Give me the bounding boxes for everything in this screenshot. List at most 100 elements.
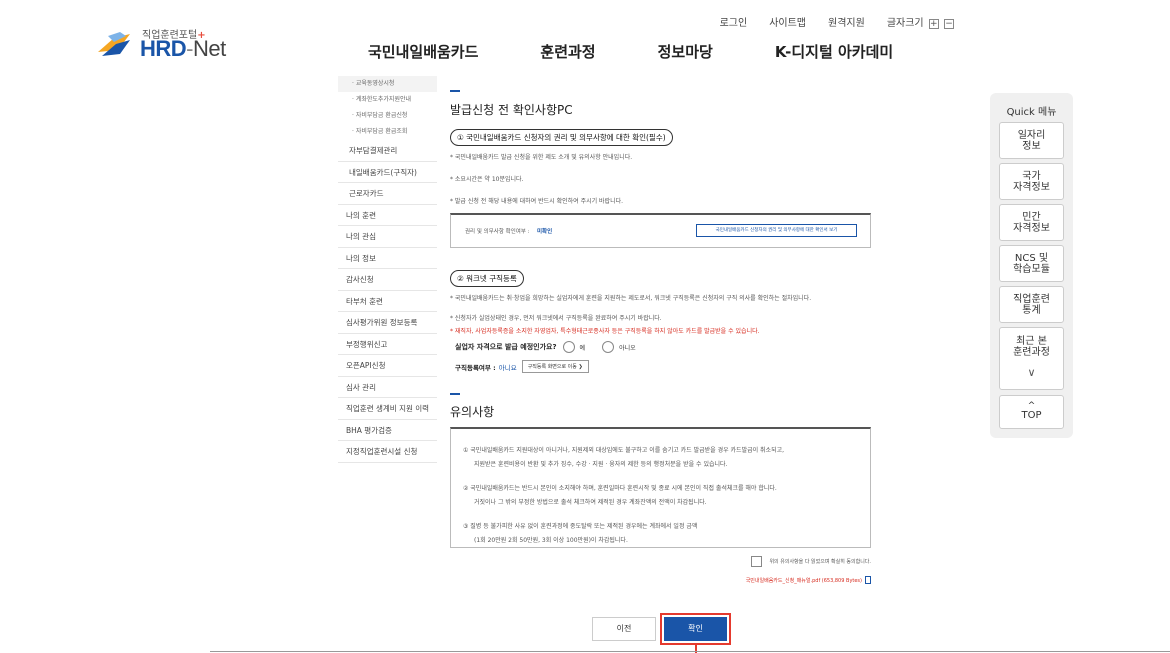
footer-divider — [210, 651, 1170, 652]
agree-text: 위의 유의사항을 다 읽었으며 확실히 동의합니다. — [769, 559, 871, 565]
quick-menu-title: Quick 메뉴 — [1006, 107, 1057, 118]
manual-file-link[interactable]: 국민내일배움카드_신청_매뉴얼.pdf (653,809 Bytes) — [746, 577, 862, 584]
top-label: TOP — [1021, 410, 1042, 421]
quick-label: 통계 — [1022, 304, 1041, 316]
lnb-item[interactable]: 지정직업훈련시설 신청 — [338, 441, 437, 463]
lnb-subitem[interactable]: · 계좌한도추가지원안내 — [338, 92, 437, 108]
page-title: 발급신청 전 확인사항PC — [450, 103, 573, 117]
rights-confirm-box: 권리 및 의무사항 확인여부 : 미확인 국민내일배움카드 신청자의 권리 및 … — [450, 213, 871, 248]
job-registration-label: 구직등록여부 : — [455, 363, 496, 372]
lnb-subitem[interactable]: · 자비부담금 환급신청 — [338, 108, 437, 124]
notice-title: 유의사항 — [450, 405, 495, 419]
yes-radio-label: 예 — [579, 344, 586, 352]
lnb-subitem[interactable]: · 교육동영상시청 — [338, 76, 437, 92]
agree-checkbox[interactable] — [751, 556, 763, 567]
quick-national-cert-button[interactable]: 국가 자격정보 — [999, 163, 1064, 200]
font-increase-button[interactable]: + — [928, 19, 939, 29]
quick-menu: Quick 메뉴 일자리 정보 국가 자격정보 민간 자격정보 NCS 및 학습모듈 직… — [990, 93, 1073, 438]
chevron-up-icon: ^ — [1027, 401, 1036, 411]
quick-private-cert-button[interactable]: 민간 자격정보 — [999, 204, 1064, 241]
manual-file-row: 국민내일배움카드_신청_매뉴얼.pdf (653,809 Bytes) — [450, 576, 871, 584]
quick-label: 직업훈련 — [1013, 293, 1050, 305]
lnb-item[interactable]: 나의 훈련 — [338, 205, 437, 226]
lnb-item[interactable]: 감사신청 — [338, 269, 437, 291]
login-link[interactable]: 로그인 — [720, 14, 748, 29]
utility-nav: 로그인 사이트맵 원격지원 글자크기 + − — [720, 14, 954, 29]
quick-label: 국가 — [1022, 170, 1041, 182]
no-radio-label: 아니오 — [619, 344, 636, 352]
no-radio[interactable] — [602, 341, 615, 353]
notice-box: ① 국민내일배움카드 지원대상이 아니거나, 지원제외 대상임에도 불구하고 이… — [450, 427, 871, 548]
lnb-item[interactable]: 근로자카드 — [338, 183, 437, 205]
quick-label: NCS 및 — [1014, 252, 1049, 264]
section1-bullet: * 소요시간은 약 10분입니다. — [450, 176, 524, 183]
job-registration-status: 아니요 — [498, 363, 517, 372]
notice-accent-bar — [450, 393, 460, 395]
section2-warning: * 재직자, 사업자등록증을 소지한 자영업자, 특수형태근로종사자 등은 구직… — [450, 328, 760, 335]
main-content: 발급신청 전 확인사항PC ① 국민내일배움카드 신청자의 권리 및 의무사항에… — [450, 90, 871, 584]
job-registration-row: 구직등록여부 : 아니요 구직등록 화면으로 이동 ❯ — [450, 360, 871, 373]
quick-label: 훈련과정 — [1013, 347, 1050, 358]
notice-item: ① 국민내일배움카드 지원대상이 아니거나, 지원제외 대상임에도 불구하고 이… — [463, 447, 785, 454]
lnb-subitem[interactable]: · 자비부담금 환급조회 — [338, 124, 437, 140]
title-accent-bar — [450, 90, 460, 92]
quick-label: 최근 본 — [1016, 336, 1047, 347]
notice-item: 거짓이나 그 밖의 부정한 방법으로 출석 체크하여 제적된 경우 계좌잔액의 … — [474, 499, 707, 506]
notice-item: ② 국민내일배움카드는 반드시 본인이 소지해야 하며, 훈련일마다 훈련시작 … — [463, 485, 777, 492]
scroll-top-button[interactable]: ^ TOP — [999, 395, 1064, 429]
lnb-item[interactable]: 나의 정보 — [338, 248, 437, 269]
lnb-item[interactable]: 내일배움카드(구직자) — [338, 162, 437, 183]
lnb-item[interactable]: 타부처 훈련 — [338, 291, 437, 312]
quick-label: 자격정보 — [1013, 222, 1050, 234]
quick-recent-courses-button[interactable]: 최근 본 훈련과정 ∨ — [999, 327, 1064, 390]
section2-bullet: * 국민내일배움카드는 취·창업을 희망하는 실업자에게 훈련을 지원하는 제도… — [450, 295, 812, 302]
quick-ncs-button[interactable]: NCS 및 학습모듈 — [999, 245, 1064, 282]
download-icon[interactable] — [865, 576, 871, 584]
notice-item: 지원받은 훈련비용이 반환 및 추가 징수, 수강 · 지원 · 융자의 제한 … — [474, 461, 728, 468]
lnb-item[interactable]: 오픈API신청 — [338, 355, 437, 377]
view-rights-document-button[interactable]: 국민내일배움카드 신청자의 권리 및 의무사항에 대한 확인서 보기 — [696, 224, 857, 237]
notice-item: (1회 20만원 2회 50만원, 3회 이상 100만원)이 차감됩니다. — [474, 537, 628, 544]
rights-confirm-label: 권리 및 의무사항 확인여부 : — [465, 229, 530, 235]
section1-bullet: * 발급 신청 전 해당 내용에 대하여 반드시 확인하여 주시기 바랍니다. — [450, 198, 624, 205]
lnb-item[interactable]: 나의 관심 — [338, 226, 437, 248]
section2-label: ② 워크넷 구직등록 — [450, 270, 524, 287]
go-job-registration-button[interactable]: 구직등록 화면으로 이동 ❯ — [521, 360, 589, 373]
chevron-down-icon[interactable]: ∨ — [1027, 367, 1035, 378]
agree-row: 위의 유의사항을 다 읽었으며 확실히 동의합니다. — [450, 556, 871, 567]
lnb-item[interactable]: 심사평가위원 정보등록 — [338, 312, 437, 334]
lnb-item[interactable]: 직업훈련 생계비 지원 이력 — [338, 398, 437, 420]
global-nav: 국민내일배움카드 훈련과정 정보마당 K-디지털 아카데미 — [368, 41, 893, 62]
confirm-button[interactable]: 확인 — [664, 617, 727, 641]
lnb-item[interactable]: 심사 관리 — [338, 377, 437, 398]
notice-item: ③ 질병 등 불가피한 사유 없이 훈련과정에 중도탈락 또는 제적된 경우에는… — [463, 523, 698, 530]
section1-label: ① 국민내일배움카드 신청자의 권리 및 의무사항에 대한 확인(필수) — [450, 129, 673, 146]
lnb-item[interactable]: 자부담결제관리 — [338, 140, 437, 162]
gnb-item-info[interactable]: 정보마당 — [658, 41, 713, 62]
section1-bullet: * 국민내일배움카드 발급 신청을 위한 제도 소개 및 유의사항 안내입니다. — [450, 154, 633, 161]
gnb-item-courses[interactable]: 훈련과정 — [540, 41, 595, 62]
prev-button[interactable]: 이전 — [592, 617, 656, 641]
quick-label: 일자리 — [1017, 129, 1046, 141]
hrd-net-logo[interactable]: 직업훈련포털+ HRD-Net — [96, 24, 246, 64]
gnb-item-k-digital[interactable]: K-디지털 아카데미 — [775, 41, 893, 62]
quick-stats-button[interactable]: 직업훈련 통계 — [999, 286, 1064, 323]
quick-label: 자격정보 — [1013, 181, 1050, 193]
lnb-item[interactable]: 부정행위신고 — [338, 334, 437, 355]
yes-radio[interactable] — [562, 341, 575, 353]
logo-mark-icon — [98, 32, 130, 56]
gnb-item-card[interactable]: 국민내일배움카드 — [368, 41, 478, 62]
quick-label: 정보 — [1022, 140, 1041, 152]
unemployed-question-text: 실업자 자격으로 발급 예정인가요? — [455, 343, 557, 351]
section2-bullet: * 신청자가 실업상태인 경우, 먼저 워크넷에서 구직등록을 완료하여 주시기… — [450, 315, 662, 322]
sitemap-link[interactable]: 사이트맵 — [769, 14, 806, 29]
quick-label: 학습모듈 — [1013, 263, 1050, 275]
unemployed-question: 실업자 자격으로 발급 예정인가요? 예 아니오 — [450, 341, 871, 353]
quick-jobs-button[interactable]: 일자리 정보 — [999, 122, 1064, 159]
font-decrease-button[interactable]: − — [944, 19, 954, 29]
lnb-item[interactable]: BHA 평가검증 — [338, 420, 437, 441]
left-nav: · 교육동영상시청 · 계좌한도추가지원안내 · 자비부담금 환급신청 · 자비… — [338, 76, 437, 463]
remote-support-link[interactable]: 원격지원 — [828, 14, 865, 29]
quick-label: 민간 — [1022, 211, 1041, 223]
rights-confirm-status: 미확인 — [537, 229, 553, 235]
